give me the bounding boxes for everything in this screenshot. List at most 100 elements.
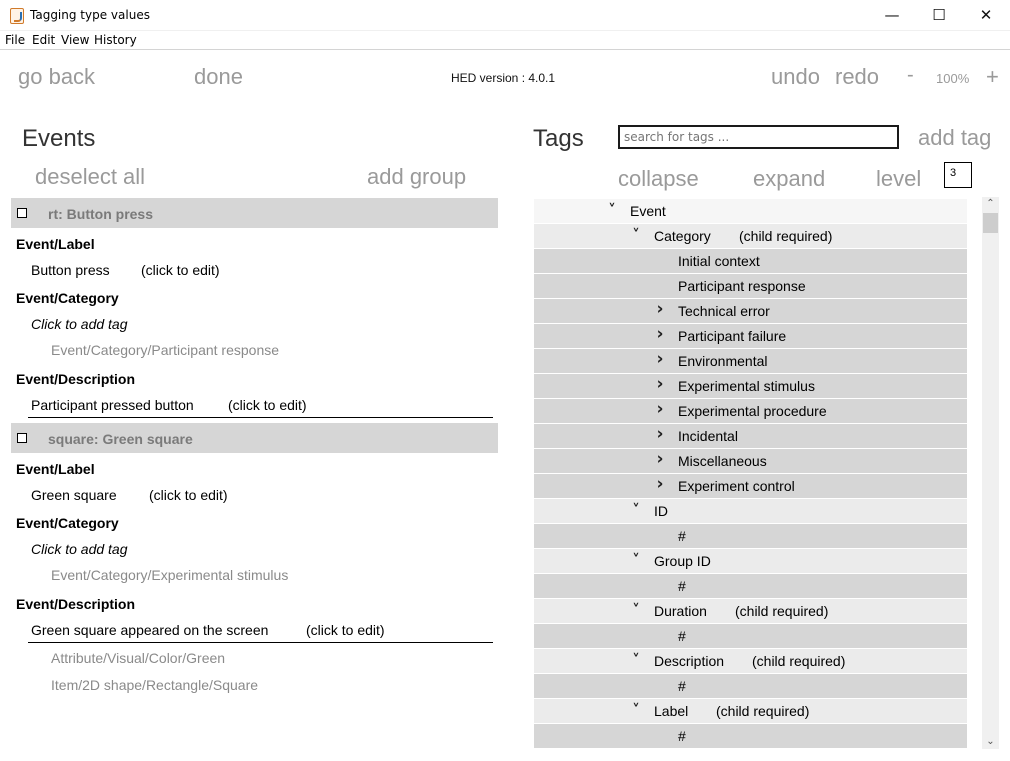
add-group-button[interactable]: add group (367, 164, 466, 190)
chevron-right-icon[interactable]: › (654, 401, 666, 418)
chevron-down-icon[interactable]: ˅ (630, 603, 642, 618)
chevron-down-icon[interactable]: ˅ (630, 553, 642, 568)
tag-tree-label[interactable]: Event (630, 203, 666, 219)
tag-tree-label[interactable]: Experimental stimulus (678, 378, 815, 394)
chevron-right-icon[interactable]: › (654, 476, 666, 493)
scroll-thumb[interactable] (983, 213, 998, 233)
event-tag[interactable]: Event/Category/Experimental stimulus (51, 567, 288, 583)
add-tag-button[interactable]: add tag (918, 125, 991, 151)
tag-tree-row[interactable]: ˅ Description (child required) (534, 649, 967, 673)
scroll-up-arrow-icon[interactable]: ⌃ (982, 197, 999, 211)
tag-tree-label[interactable]: Participant response (678, 278, 806, 294)
tag-tree-row[interactable]: ˅ Event (534, 199, 967, 223)
maximize-button[interactable]: ☐ (916, 0, 962, 31)
tag-tree-label[interactable]: Duration (654, 603, 707, 619)
tag-tree-row[interactable]: # (534, 624, 967, 648)
tag-search-input[interactable] (618, 125, 899, 149)
tag-tree-label[interactable]: ID (654, 503, 668, 519)
event-description-edit-hint[interactable]: (click to edit) (228, 397, 307, 413)
zoom-out-button[interactable]: - (907, 64, 914, 87)
tag-tree-row[interactable]: › Participant failure (534, 324, 967, 348)
tag-tree-label[interactable]: Label (654, 703, 688, 719)
tag-tree-row[interactable]: # (534, 574, 967, 598)
event-label-value[interactable]: Button press (31, 262, 110, 278)
zoom-in-button[interactable]: + (986, 64, 999, 90)
tag-tree-label[interactable]: # (678, 728, 686, 744)
tag-tree-label[interactable]: Miscellaneous (678, 453, 767, 469)
collapse-button[interactable]: collapse (618, 166, 699, 192)
event-description-edit-hint[interactable]: (click to edit) (306, 622, 385, 638)
close-button[interactable]: ✕ (963, 0, 1009, 31)
tag-tree-row[interactable]: › Incidental (534, 424, 967, 448)
tag-tree-label[interactable]: # (678, 528, 686, 544)
tag-tree-row[interactable]: ˅ Duration (child required) (534, 599, 967, 623)
tag-tree-label[interactable]: # (678, 628, 686, 644)
event-label-edit-hint[interactable]: (click to edit) (141, 262, 220, 278)
event-header[interactable]: rt: Button press (11, 198, 498, 228)
event-tag[interactable]: Item/2D shape/Rectangle/Square (51, 677, 258, 693)
tag-tree-label[interactable]: Environmental (678, 353, 768, 369)
tag-tree-row[interactable]: Initial context (534, 249, 967, 273)
menu-view[interactable]: View (61, 33, 89, 47)
tag-tree-row[interactable]: Participant response (534, 274, 967, 298)
tag-tree-row[interactable]: # (534, 524, 967, 548)
tag-tree-row[interactable]: › Experiment control (534, 474, 967, 498)
tag-tree-row[interactable]: # (534, 724, 967, 748)
event-label-value[interactable]: Green square (31, 487, 117, 503)
chevron-right-icon[interactable]: › (654, 326, 666, 343)
event-label-edit-hint[interactable]: (click to edit) (149, 487, 228, 503)
chevron-down-icon[interactable]: ˅ (630, 703, 642, 718)
event-tag[interactable]: Attribute/Visual/Color/Green (51, 650, 225, 666)
expand-button[interactable]: expand (753, 166, 825, 192)
done-button[interactable]: done (194, 64, 243, 90)
event-header[interactable]: square: Green square (11, 423, 498, 453)
event-description-value[interactable]: Participant pressed button (31, 397, 194, 413)
tag-tree-row[interactable]: ˅ Category (child required) (534, 224, 967, 248)
chevron-down-icon[interactable]: ˅ (630, 228, 642, 243)
tag-tree-label[interactable]: Incidental (678, 428, 738, 444)
tag-tree-row[interactable]: › Miscellaneous (534, 449, 967, 473)
tag-tree-row[interactable]: › Environmental (534, 349, 967, 373)
menu-edit[interactable]: Edit (32, 33, 55, 47)
tag-tree-label[interactable]: Initial context (678, 253, 760, 269)
tag-tree-label[interactable]: # (678, 578, 686, 594)
chevron-down-icon[interactable]: ˅ (606, 203, 618, 218)
chevron-right-icon[interactable]: › (654, 376, 666, 393)
add-tag-link[interactable]: Click to add tag (31, 541, 128, 557)
event-description-value[interactable]: Green square appeared on the screen (31, 622, 268, 638)
tag-tree-row[interactable]: ˅ ID (534, 499, 967, 523)
tag-tree-label[interactable]: Category (654, 228, 711, 244)
tag-tree-row[interactable]: ˅ Group ID (534, 549, 967, 573)
tag-tree-row[interactable]: # (534, 674, 967, 698)
go-back-button[interactable]: go back (18, 64, 95, 90)
tag-tree-row[interactable]: › Technical error (534, 299, 967, 323)
tag-tree-label[interactable]: Experimental procedure (678, 403, 827, 419)
menu-file[interactable]: File (5, 33, 25, 47)
chevron-right-icon[interactable]: › (654, 426, 666, 443)
redo-button[interactable]: redo (835, 64, 879, 90)
tag-tree-label[interactable]: Experiment control (678, 478, 795, 494)
chevron-right-icon[interactable]: › (654, 451, 666, 468)
chevron-down-icon[interactable]: ˅ (630, 653, 642, 668)
tag-tree-row[interactable]: › Experimental procedure (534, 399, 967, 423)
scroll-down-arrow-icon[interactable]: ⌄ (982, 735, 999, 749)
event-checkbox[interactable] (17, 433, 27, 443)
add-tag-link[interactable]: Click to add tag (31, 316, 128, 332)
minimize-button[interactable]: — (869, 0, 915, 31)
event-checkbox[interactable] (17, 208, 27, 218)
tag-tree-label[interactable]: Description (654, 653, 724, 669)
tag-tree-label[interactable]: # (678, 678, 686, 694)
tag-tree-scrollbar[interactable]: ⌃ ⌄ (982, 197, 999, 749)
undo-button[interactable]: undo (771, 64, 820, 90)
tag-tree-label[interactable]: Group ID (654, 553, 711, 569)
tag-tree-row[interactable]: ˅ Label (child required) (534, 699, 967, 723)
chevron-down-icon[interactable]: ˅ (630, 503, 642, 518)
chevron-right-icon[interactable]: › (654, 351, 666, 368)
event-tag[interactable]: Event/Category/Participant response (51, 342, 279, 358)
level-input[interactable]: 3 (944, 162, 972, 188)
tag-tree-row[interactable]: › Experimental stimulus (534, 374, 967, 398)
chevron-right-icon[interactable]: › (654, 301, 666, 318)
deselect-all-button[interactable]: deselect all (35, 164, 145, 190)
tag-tree-label[interactable]: Participant failure (678, 328, 786, 344)
menu-history[interactable]: History (94, 33, 137, 47)
